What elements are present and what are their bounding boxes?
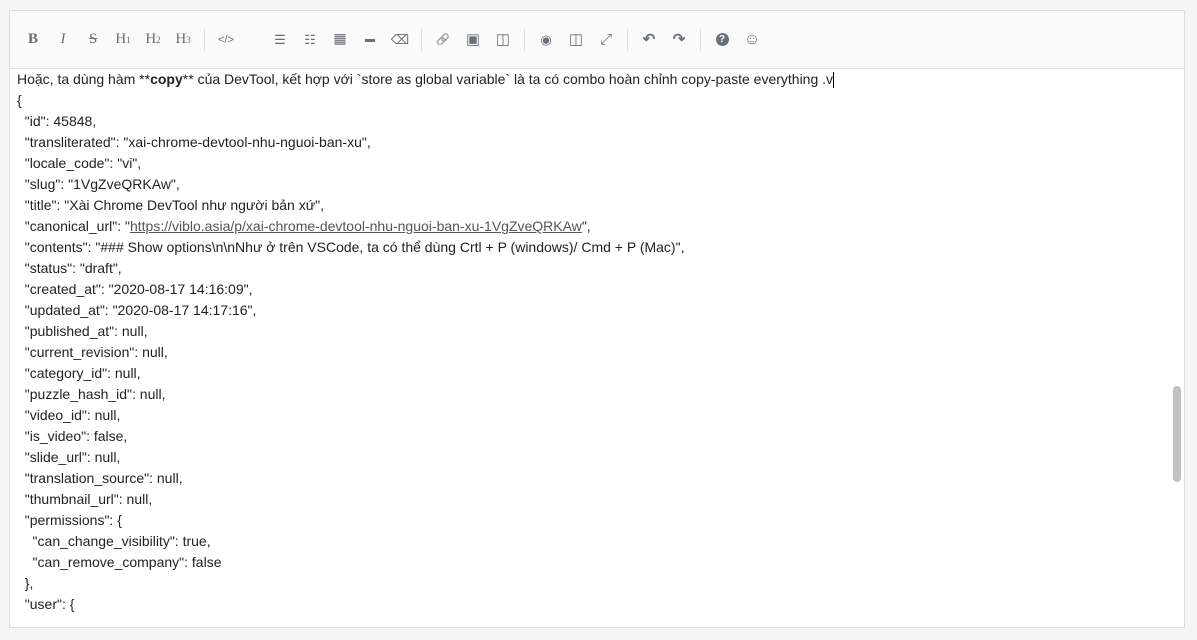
text-line: "can_change_visibility": true,: [17, 533, 211, 549]
markdown-editor: B I S H1 H2 H3 </> ☰ ☷ ▦ ▬ ⌫ 🔗 ▣ ◫ ◉ ◫ ⤢…: [9, 10, 1185, 628]
horizontal-rule-icon[interactable]: ▬: [355, 25, 385, 55]
text-line: "created_at": "2020-08-17 14:16:09",: [17, 281, 253, 297]
text-line: Hoặc, ta dùng hàm **copy** của DevTool, …: [17, 69, 1170, 90]
help-icon[interactable]: ?: [707, 25, 737, 55]
table-icon[interactable]: ▦: [325, 25, 355, 55]
heading3-button[interactable]: H3: [168, 25, 198, 55]
preview-eye-icon[interactable]: ◉: [531, 25, 561, 55]
text-line: "locale_code": "vi",: [17, 155, 142, 171]
editor-text-area[interactable]: Hoặc, ta dùng hàm **copy** của DevTool, …: [10, 69, 1170, 615]
text-line: "updated_at": "2020-08-17 14:17:16",: [17, 302, 257, 318]
text-line: "category_id": null,: [17, 365, 141, 381]
text-line: "permissions": {: [17, 512, 122, 528]
text-line: "slide_url": null,: [17, 449, 121, 465]
line-text: ",: [581, 218, 591, 234]
text-line: "video_id": null,: [17, 407, 121, 423]
text-line: "canonical_url": "https://viblo.asia/p/x…: [17, 216, 1170, 237]
toolbar-separator: [524, 28, 525, 51]
strikethrough-button[interactable]: S: [78, 25, 108, 55]
heading1-sub: 1: [126, 34, 131, 45]
text-line: "transliterated": "xai-chrome-devtool-nh…: [17, 134, 371, 150]
bold-text: copy: [150, 71, 183, 87]
toolbar-separator: [627, 28, 628, 51]
image-icon[interactable]: ▣: [458, 25, 488, 55]
editor-toolbar: B I S H1 H2 H3 </> ☰ ☷ ▦ ▬ ⌫ 🔗 ▣ ◫ ◉ ◫ ⤢…: [10, 11, 1184, 69]
line-text: Hoặc, ta dùng hàm **: [17, 71, 151, 87]
text-line: "puzzle_hash_id": null,: [17, 386, 166, 402]
toolbar-separator: [204, 28, 205, 51]
bold-button[interactable]: B: [18, 25, 48, 55]
heading3-label: H: [175, 31, 187, 47]
fullscreen-icon[interactable]: ⤢: [591, 25, 621, 55]
text-line: {: [17, 92, 22, 108]
text-line: "current_revision": null,: [17, 344, 168, 360]
scrollbar-thumb[interactable]: [1173, 386, 1181, 482]
text-line: "slug": "1VgZveQRKAw",: [17, 176, 180, 192]
link-icon[interactable]: 🔗: [428, 25, 458, 55]
side-by-side-icon[interactable]: ◫: [561, 25, 591, 55]
text-line: },: [17, 575, 34, 591]
text-line: "is_video": false,: [17, 428, 128, 444]
text-line: "status": "draft",: [17, 260, 122, 276]
text-line: "published_at": null,: [17, 323, 148, 339]
eraser-icon[interactable]: ⌫: [385, 25, 415, 55]
text-line: "title": "Xài Chrome DevTool như người b…: [17, 197, 324, 213]
text-line: "user": {: [17, 596, 75, 612]
heading2-label: H: [145, 31, 157, 47]
toolbar-separator: [421, 28, 422, 51]
heading3-sub: 3: [186, 34, 191, 45]
unordered-list-icon[interactable]: ☰: [265, 25, 295, 55]
text-line: "can_remove_company": false: [17, 554, 222, 570]
heading1-button[interactable]: H1: [108, 25, 138, 55]
ordered-list-icon[interactable]: ☷: [295, 25, 325, 55]
line-text: "canonical_url": ": [17, 218, 130, 234]
redo-icon[interactable]: ↷: [664, 25, 694, 55]
toolbar-separator: [700, 28, 701, 51]
canonical-url-link[interactable]: https://viblo.asia/p/xai-chrome-devtool-…: [130, 218, 582, 234]
emoji-icon[interactable]: ☺: [737, 25, 767, 55]
italic-button[interactable]: I: [48, 25, 78, 55]
text-cursor: [833, 72, 835, 89]
text-line: "thumbnail_url": null,: [17, 491, 153, 507]
text-line: "id": 45848,: [17, 113, 97, 129]
heading2-sub: 2: [156, 34, 161, 45]
heading2-button[interactable]: H2: [138, 25, 168, 55]
text-line: "translation_source": null,: [17, 470, 183, 486]
scrollbar[interactable]: [1172, 69, 1182, 627]
line-text: ** của DevTool, kết hợp với `store as gl…: [182, 71, 834, 87]
help-glyph: ?: [715, 33, 729, 46]
text-line: "contents": "### Show options\n\nNhư ở t…: [17, 239, 685, 255]
code-button[interactable]: </>: [211, 25, 241, 55]
embed-icon[interactable]: ◫: [488, 25, 518, 55]
undo-icon[interactable]: ↶: [634, 25, 664, 55]
heading1-label: H: [115, 31, 127, 47]
